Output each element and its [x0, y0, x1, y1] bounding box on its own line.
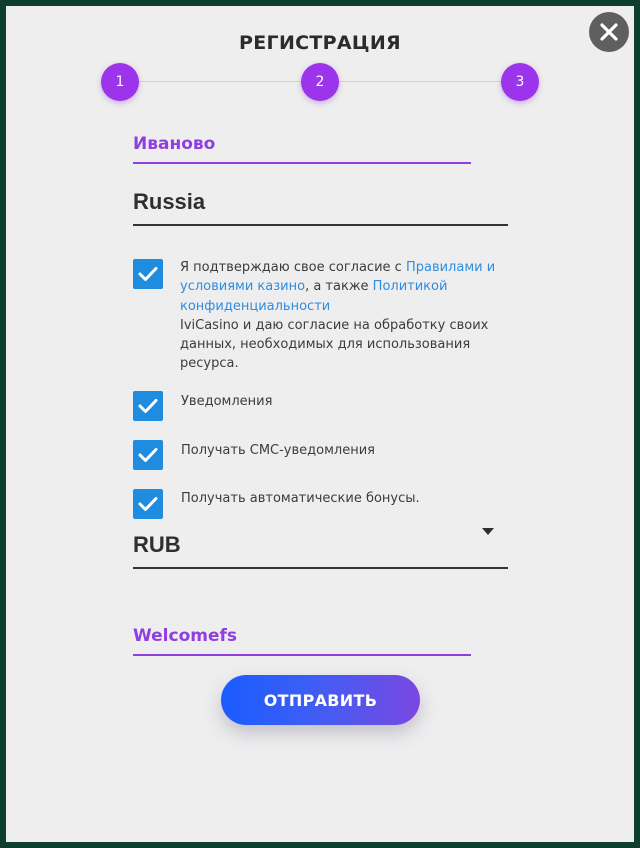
promo-code-value: Welcomefs	[133, 626, 238, 646]
notifications-label: Уведомления	[181, 394, 273, 409]
bonuses-checkbox[interactable]	[133, 489, 163, 519]
terms-text-part1: Я подтверждаю свое согласие с	[180, 260, 406, 275]
notifications-checkbox[interactable]	[133, 391, 163, 421]
terms-text: Я подтверждаю свое согласие с Правилами …	[180, 258, 510, 374]
currency-value: RUB	[133, 532, 181, 557]
step-connector	[139, 81, 301, 82]
submit-button[interactable]: ОТПРАВИТЬ	[221, 675, 420, 725]
country-value: Russia	[133, 189, 206, 214]
promo-code-field[interactable]: Welcomefs	[133, 616, 471, 656]
checkmark-icon	[138, 267, 158, 281]
checkmark-icon	[138, 497, 158, 511]
checkmark-icon	[138, 399, 158, 413]
terms-text-part3: IviCasino и даю согласие на обработку св…	[180, 317, 489, 372]
step-3[interactable]: 3	[501, 63, 539, 101]
currency-select[interactable]: RUB	[133, 521, 508, 569]
terms-text-part2: , а также	[305, 279, 373, 295]
country-field[interactable]: Russia	[133, 178, 508, 226]
step-2[interactable]: 2	[301, 63, 339, 101]
step-1[interactable]: 1	[101, 63, 139, 101]
registration-modal: РЕГИСТРАЦИЯ 1 2 3 Иваново Russia Я подтв…	[6, 6, 634, 842]
caret-down-icon[interactable]	[482, 528, 494, 535]
terms-checkbox[interactable]	[133, 259, 163, 289]
sms-label: Получать СМС-уведомления	[181, 443, 375, 458]
sms-checkbox[interactable]	[133, 440, 163, 470]
checkmark-icon	[138, 448, 158, 462]
city-field[interactable]: Иваново	[133, 124, 471, 164]
bonuses-label: Получать автоматические бонусы.	[181, 491, 420, 506]
step-indicator: 1 2 3	[6, 6, 634, 126]
step-connector	[339, 81, 501, 82]
city-value: Иваново	[133, 134, 216, 154]
